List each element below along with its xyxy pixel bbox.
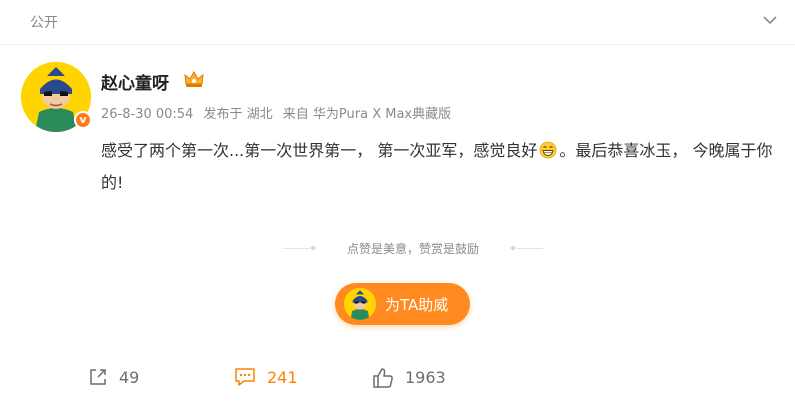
comment-icon — [235, 368, 255, 386]
comment-count: 241 — [267, 368, 298, 387]
action-bar: 49 241 1963 — [0, 352, 795, 410]
verified-v-icon: v — [74, 111, 92, 129]
share-icon — [90, 369, 106, 385]
author-name[interactable]: 赵心童呀 — [101, 69, 169, 94]
post-location: 发布于 湖北 — [203, 107, 273, 122]
like-count: 1963 — [405, 368, 446, 387]
divider — [0, 44, 795, 45]
chevron-down-icon[interactable] — [762, 12, 778, 28]
post-header: 公开 — [0, 0, 795, 44]
post-content: 感受了两个第一次...第一次世界第一， 第一次亚军，感觉良好 。最后恭喜冰玉， 今… — [101, 135, 781, 199]
grin-emoji-icon — [539, 138, 557, 159]
crown-icon[interactable] — [184, 70, 204, 88]
post-text-part1: 感受了两个第一次...第一次世界第一， 第一次亚军，感觉良好 — [101, 141, 538, 160]
visibility-label[interactable]: 公开 — [30, 12, 58, 32]
avatar — [344, 288, 376, 320]
post-time[interactable]: 26-8-30 00:54 — [101, 107, 193, 122]
thumbs-up-icon — [373, 368, 393, 388]
reward-prompt: 点赞是美意，赞赏是鼓励 — [346, 242, 479, 256]
post-source: 来自 华为Pura X Max典藏版 — [282, 107, 452, 122]
cheer-button[interactable]: 为TA助威 — [335, 283, 470, 325]
cheer-button-label: 为TA助威 — [385, 296, 449, 314]
repost-count: 49 — [119, 368, 140, 387]
post-meta: 26-8-30 00:54 发布于 湖北 来自 华为Pura X Max典藏版 — [101, 103, 457, 122]
